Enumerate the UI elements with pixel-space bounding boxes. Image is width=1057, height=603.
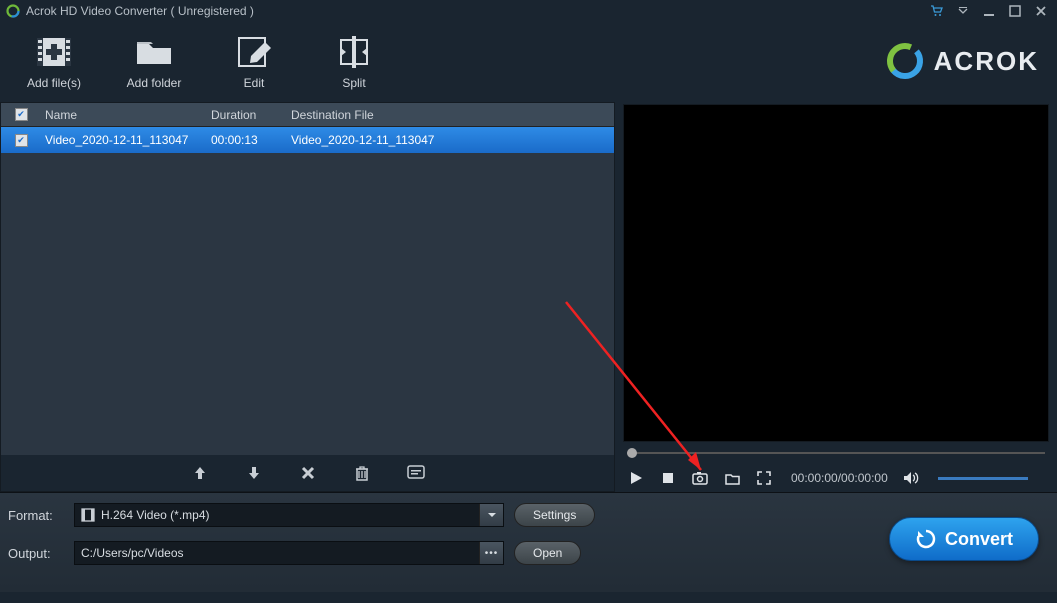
time-display: 00:00:00/00:00:00 xyxy=(791,471,888,485)
header-destination[interactable]: Destination File xyxy=(291,108,614,122)
row-duration: 00:00:13 xyxy=(211,133,291,147)
format-dropdown-arrow[interactable] xyxy=(479,504,503,526)
menu-down-icon[interactable] xyxy=(953,3,973,19)
row-destination: Video_2020-12-11_113047 xyxy=(291,133,614,147)
split-button[interactable]: Split xyxy=(304,34,404,90)
output-value: C:/Users/pc/Videos xyxy=(81,546,184,560)
convert-icon xyxy=(915,528,937,550)
header-name[interactable]: Name xyxy=(41,108,211,122)
cart-icon[interactable] xyxy=(927,3,947,19)
main-toolbar: Add file(s) Add folder Edit Split ACROK xyxy=(0,22,1057,102)
move-up-button[interactable] xyxy=(190,463,210,483)
header-duration[interactable]: Duration xyxy=(211,108,291,122)
format-label: Format: xyxy=(8,508,64,523)
video-preview[interactable] xyxy=(623,104,1049,442)
select-all-checkbox[interactable]: ✔ xyxy=(15,108,28,121)
open-button[interactable]: Open xyxy=(514,541,581,565)
add-folder-icon xyxy=(133,34,175,70)
brand-ring-icon xyxy=(884,40,926,82)
preview-panel: 00:00:00/00:00:00 xyxy=(615,102,1057,492)
title-bar: Acrok HD Video Converter ( Unregistered … xyxy=(0,0,1057,22)
add-files-button[interactable]: Add file(s) xyxy=(4,34,104,90)
close-button[interactable] xyxy=(1031,3,1051,19)
fullscreen-button[interactable] xyxy=(755,469,773,487)
volume-slider[interactable] xyxy=(938,477,1028,480)
brand-logo: ACROK xyxy=(884,40,1039,82)
output-path-field[interactable]: C:/Users/pc/Videos ••• xyxy=(74,541,504,565)
app-logo-icon xyxy=(6,4,20,18)
timeline-thumb[interactable] xyxy=(627,448,637,458)
format-type-icon xyxy=(81,508,95,522)
brand-text: ACROK xyxy=(934,46,1039,77)
remove-button[interactable] xyxy=(298,463,318,483)
convert-button[interactable]: Convert xyxy=(889,517,1039,561)
split-icon xyxy=(333,34,375,70)
row-checkbox[interactable]: ✔ xyxy=(15,134,28,147)
output-label: Output: xyxy=(8,546,64,561)
file-list-panel: ✔ Name Duration Destination File ✔ Video… xyxy=(0,102,615,492)
edit-label: Edit xyxy=(244,76,265,90)
edit-icon xyxy=(233,34,275,70)
add-folder-button[interactable]: Add folder xyxy=(104,34,204,90)
info-button[interactable] xyxy=(406,463,426,483)
edit-button[interactable]: Edit xyxy=(204,34,304,90)
player-controls: 00:00:00/00:00:00 xyxy=(623,464,1049,492)
format-value: H.264 Video (*.mp4) xyxy=(101,508,210,522)
table-header: ✔ Name Duration Destination File xyxy=(1,103,614,127)
play-button[interactable] xyxy=(627,469,645,487)
window-title: Acrok HD Video Converter ( Unregistered … xyxy=(26,4,254,18)
timeline[interactable] xyxy=(623,442,1049,464)
row-name: Video_2020-12-11_113047 xyxy=(41,133,211,147)
split-label: Split xyxy=(342,76,365,90)
snapshot-button[interactable] xyxy=(691,469,709,487)
settings-button[interactable]: Settings xyxy=(514,503,595,527)
open-snapshot-folder-button[interactable] xyxy=(723,469,741,487)
list-action-bar xyxy=(1,455,614,491)
volume-icon[interactable] xyxy=(902,469,920,487)
move-down-button[interactable] xyxy=(244,463,264,483)
clear-all-button[interactable] xyxy=(352,463,372,483)
minimize-button[interactable] xyxy=(979,3,999,19)
format-dropdown[interactable]: H.264 Video (*.mp4) xyxy=(74,503,504,527)
add-files-icon xyxy=(33,34,75,70)
maximize-button[interactable] xyxy=(1005,3,1025,19)
browse-button[interactable]: ••• xyxy=(479,542,503,564)
convert-label: Convert xyxy=(945,529,1013,550)
add-files-label: Add file(s) xyxy=(27,76,81,90)
table-row[interactable]: ✔ Video_2020-12-11_113047 00:00:13 Video… xyxy=(1,127,614,153)
bottom-panel: Format: H.264 Video (*.mp4) Settings Out… xyxy=(0,492,1057,592)
stop-button[interactable] xyxy=(659,469,677,487)
add-folder-label: Add folder xyxy=(127,76,182,90)
